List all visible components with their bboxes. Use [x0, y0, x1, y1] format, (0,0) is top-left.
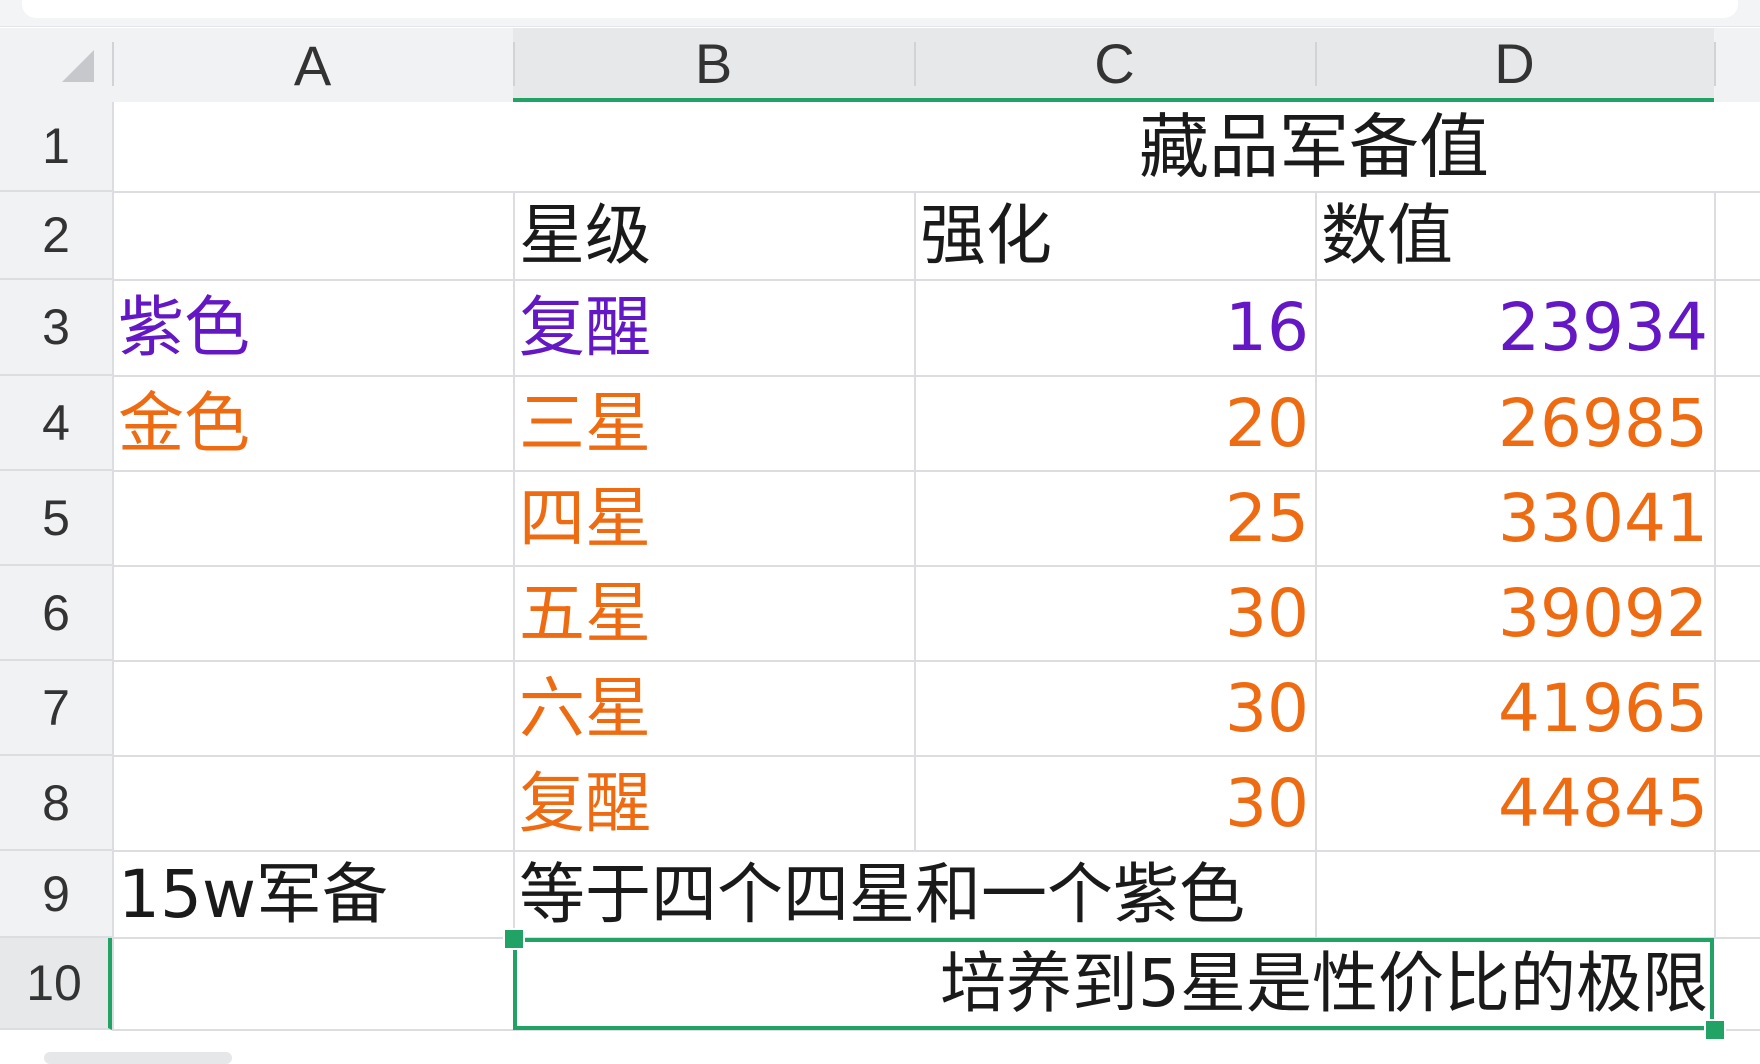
- horizontal-scrollbar[interactable]: [44, 1052, 232, 1064]
- spreadsheet-grid: A B C D 1 2 3 4 5 6 7 8 9 10 藏品军备值 星级 强化…: [0, 0, 1760, 1064]
- column-header-b[interactable]: B: [513, 28, 914, 102]
- column-header-d[interactable]: D: [1315, 28, 1714, 102]
- row-header-10[interactable]: 10: [0, 938, 112, 1030]
- cell-c1-title[interactable]: 藏品军备值: [914, 102, 1714, 192]
- row-header-7[interactable]: 7: [0, 661, 112, 756]
- cell-d5[interactable]: 33041: [1315, 471, 1714, 566]
- row-header-4[interactable]: 4: [0, 376, 112, 471]
- col-header-divider: [1714, 42, 1716, 86]
- row-header-5[interactable]: 5: [0, 471, 112, 566]
- cell-c5[interactable]: 25: [914, 471, 1315, 566]
- cell-b6[interactable]: 五星: [513, 566, 914, 661]
- col-header-divider: [1315, 42, 1317, 86]
- row-header-6[interactable]: 6: [0, 566, 112, 661]
- column-header-a[interactable]: A: [112, 28, 513, 102]
- column-header-c[interactable]: C: [914, 28, 1315, 102]
- cell-c7[interactable]: 30: [914, 661, 1315, 756]
- selection-fill-handle[interactable]: [1704, 1019, 1726, 1041]
- selection-range-box: [513, 938, 1714, 1030]
- cell-c8[interactable]: 30: [914, 756, 1315, 851]
- row-header-1[interactable]: 1: [0, 102, 112, 192]
- selection-top-left-handle[interactable]: [503, 928, 525, 950]
- select-all-triangle-icon: [62, 50, 94, 82]
- col-header-divider: [914, 42, 916, 86]
- cell-b4[interactable]: 三星: [513, 376, 914, 471]
- row-header-3[interactable]: 3: [0, 280, 112, 376]
- cell-c6[interactable]: 30: [914, 566, 1315, 661]
- cell-b7[interactable]: 六星: [513, 661, 914, 756]
- cell-d6[interactable]: 39092: [1315, 566, 1714, 661]
- col-header-divider: [513, 42, 515, 86]
- cell-b3[interactable]: 复醒: [513, 280, 914, 376]
- row-header-2[interactable]: 2: [0, 192, 112, 280]
- row-header-8[interactable]: 8: [0, 756, 112, 851]
- cell-d8[interactable]: 44845: [1315, 756, 1714, 851]
- cell-b8[interactable]: 复醒: [513, 756, 914, 851]
- select-all-corner[interactable]: [0, 28, 112, 102]
- cell-b5[interactable]: 四星: [513, 471, 914, 566]
- cell-d2[interactable]: 数值: [1315, 192, 1714, 280]
- col-header-divider: [112, 42, 114, 86]
- cell-d4[interactable]: 26985: [1315, 376, 1714, 471]
- cell-c2[interactable]: 强化: [914, 192, 1315, 280]
- column-header-filler: [1714, 28, 1760, 102]
- cell-a9[interactable]: 15w军备: [112, 851, 513, 938]
- cell-b2[interactable]: 星级: [513, 192, 914, 280]
- cell-a3[interactable]: 紫色: [112, 280, 513, 376]
- cell-c3[interactable]: 16: [914, 280, 1315, 376]
- cell-b9[interactable]: 等于四个四星和一个紫色: [513, 851, 1315, 938]
- cell-c4[interactable]: 20: [914, 376, 1315, 471]
- cell-d3[interactable]: 23934: [1315, 280, 1714, 376]
- cell-a4[interactable]: 金色: [112, 376, 513, 471]
- cell-d7[interactable]: 41965: [1315, 661, 1714, 756]
- row-header-9[interactable]: 9: [0, 851, 112, 938]
